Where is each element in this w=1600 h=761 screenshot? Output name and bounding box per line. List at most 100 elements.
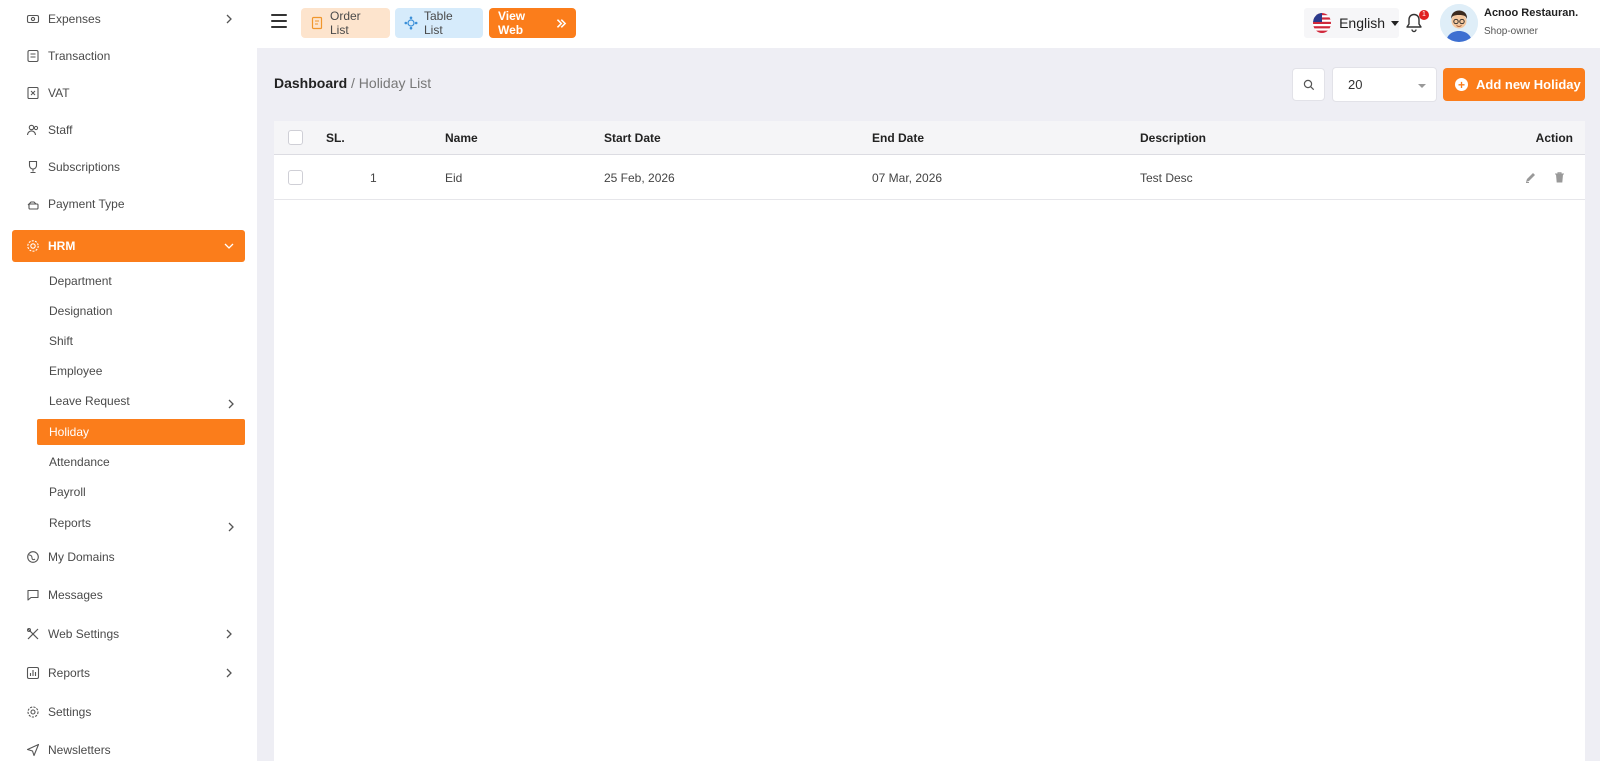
table-header-row: SL. Name Start Date End Date Description… [274,121,1585,155]
sidebar-item-payment-type[interactable]: Payment Type [12,188,245,220]
language-label: English [1339,15,1385,31]
search-icon [1303,79,1314,90]
breadcrumb: Dashboard / Holiday List [274,75,431,91]
sidebar-item-hrm[interactable]: HRM [12,230,245,262]
row-select-cell [288,156,303,199]
sidebar-item-label: My Domains [48,550,115,564]
col-description: Description [1140,130,1207,145]
sub-item-label: Shift [49,334,74,348]
col-name: Name [445,130,478,145]
col-start-date: Start Date [604,130,661,145]
chevron-down-icon [224,243,234,249]
sub-item-label: Leave Request [49,394,130,408]
sidebar-item-label: VAT [48,86,70,100]
sidebar-item-label: Reports [48,666,91,680]
notification-badge: 1 [1419,10,1429,20]
sidebar-item-label: Newsletters [48,743,111,757]
vat-icon [26,86,40,100]
sidebar-sub-reports[interactable]: Reports [37,510,245,536]
sidebar-sub-holiday[interactable]: Holiday [37,419,245,445]
sidebar-item-label: HRM [48,239,76,253]
select-all-cell [288,121,303,154]
order-list-icon [310,16,324,30]
staff-icon [26,123,40,137]
web-settings-icon [26,627,40,641]
add-holiday-button[interactable]: + Add new Holiday [1443,68,1585,101]
sidebar-item-vat[interactable]: VAT [12,77,245,109]
delete-button[interactable] [1553,156,1566,199]
col-sl: SL. [326,130,345,145]
chevron-right-icon [228,399,234,409]
per-page-select[interactable]: 20 [1332,67,1437,102]
expenses-icon [26,12,40,26]
sub-item-label: Reports [49,516,92,530]
chevron-right-icon [226,668,232,678]
select-all-checkbox[interactable] [288,130,303,145]
view-web-button[interactable]: View Web [489,8,576,38]
sidebar-item-settings[interactable]: Settings [12,696,245,728]
sub-item-label: Designation [49,304,113,318]
sidebar-item-transaction[interactable]: Transaction [12,40,245,72]
trash-icon [1555,172,1564,183]
sidebar-item-web-settings[interactable]: Web Settings [12,618,245,650]
table-list-icon [404,16,418,30]
sidebar-item-newsletters[interactable]: Newsletters [12,734,245,761]
sub-item-label: Holiday [49,425,90,439]
edit-button[interactable] [1524,156,1537,199]
sidebar-item-label: Payment Type [48,197,125,211]
col-action: Action [1535,130,1573,145]
sidebar-item-label: Transaction [48,49,111,63]
cell-end-date: 07 Mar, 2026 [872,170,943,185]
order-list-button[interactable]: Order List [301,8,390,38]
domains-icon [26,550,40,564]
sidebar-sub-payroll[interactable]: Payroll [37,479,245,505]
breadcrumb-root[interactable]: Dashboard [274,75,347,91]
sidebar-item-subscriptions[interactable]: Subscriptions [12,151,245,183]
cell-sl: 1 [370,170,377,185]
gear-icon [26,705,40,719]
breadcrumb-current: Holiday List [358,75,432,91]
table-list-button[interactable]: Table List [395,8,483,38]
reports-icon [26,666,40,680]
messages-icon [26,588,40,602]
plus-circle-icon: + [1455,78,1468,91]
sidebar-sub-designation[interactable]: Designation [37,298,245,324]
sidebar-item-label: Subscriptions [48,160,121,174]
sidebar-item-reports[interactable]: Reports [12,657,245,689]
top-header: Order List Table List View Web English 1 [257,0,1600,48]
sidebar-item-expenses[interactable]: Expenses [12,3,245,35]
sub-item-label: Attendance [49,455,110,469]
sidebar: Expenses Transaction VAT Staff Subscript… [0,0,257,761]
sidebar-item-messages[interactable]: Messages [12,579,245,611]
subscriptions-icon [26,160,40,174]
sidebar-sub-department[interactable]: Department [37,268,245,294]
search-button[interactable] [1292,68,1325,101]
hrm-icon [26,239,40,253]
sidebar-sub-employee[interactable]: Employee [37,358,245,384]
send-icon [26,743,40,757]
table-row: 1 Eid 25 Feb, 2026 07 Mar, 2026 Test Des… [274,156,1585,200]
sub-item-label: Department [49,274,112,288]
per-page-value: 20 [1348,77,1363,92]
cell-description: Test Desc [1140,170,1193,185]
order-list-label: Order List [330,9,361,37]
sidebar-item-staff[interactable]: Staff [12,114,245,146]
chevron-right-icon [226,14,232,24]
caret-down-icon [1418,84,1426,88]
sidebar-sub-shift[interactable]: Shift [37,328,245,354]
sidebar-item-label: Web Settings [48,627,120,641]
caret-down-icon [1391,20,1399,26]
user-name: Acnoo Restauran. [1484,7,1579,19]
us-flag-icon [1313,13,1332,33]
language-selector[interactable]: English [1304,8,1399,38]
sidebar-item-label: Expenses [48,12,101,26]
view-web-label: View Web [498,9,526,37]
menu-toggle-icon[interactable] [271,14,287,28]
sidebar-item-label: Settings [48,705,92,719]
transaction-icon [26,49,40,63]
sidebar-sub-leave-request[interactable]: Leave Request [37,388,245,414]
sidebar-item-my-domains[interactable]: My Domains [12,541,245,573]
avatar[interactable] [1440,4,1478,42]
row-checkbox[interactable] [288,170,303,185]
sidebar-sub-attendance[interactable]: Attendance [37,449,245,475]
